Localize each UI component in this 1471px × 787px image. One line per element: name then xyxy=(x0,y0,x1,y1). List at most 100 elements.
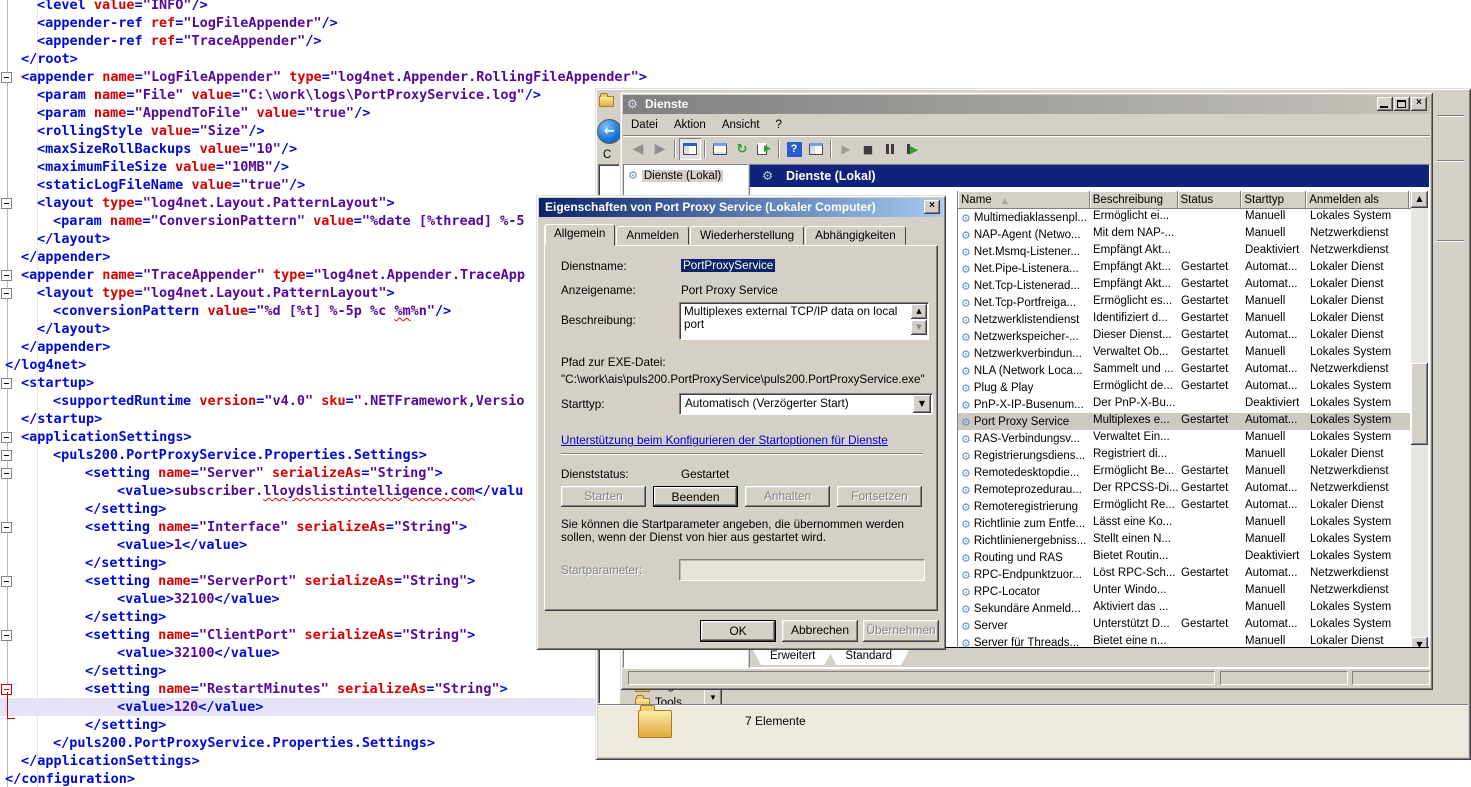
startoptions-help-link[interactable]: Unterstützung beim Konfigurieren der Sta… xyxy=(561,434,888,447)
table-row[interactable]: ⚙Richtlinie zum Entfe...Lässt eine Ko...… xyxy=(958,515,1410,532)
restart-icon[interactable]: ▶ xyxy=(901,138,923,160)
fortsetzen-button[interactable]: Fortsetzen xyxy=(837,486,922,507)
back-icon[interactable]: ◀ xyxy=(627,138,649,160)
cell-status xyxy=(1178,243,1242,260)
fold-collapse-icon[interactable] xyxy=(1,576,12,587)
maximize-button[interactable] xyxy=(1394,97,1410,111)
table-row[interactable]: ⚙Multimediaklassenpl...Ermöglicht ei...M… xyxy=(958,209,1410,226)
fold-collapse-icon[interactable] xyxy=(1,288,12,299)
view-tab-standard[interactable]: Standard xyxy=(827,648,910,665)
export-icon[interactable]: ▶ xyxy=(753,138,775,160)
table-row[interactable]: ⚙Netzwerkspeicher-...Dieser Dienst...Ges… xyxy=(958,328,1410,345)
beschreibung-textbox[interactable]: Multiplexes external TCP/IP data on loca… xyxy=(679,302,929,340)
close-icon[interactable]: × xyxy=(924,200,940,214)
menu-item-ansicht[interactable]: Ansicht xyxy=(714,117,768,133)
table-row[interactable]: ⚙Remotedesktopdie...Ermöglicht Be...Gest… xyxy=(958,464,1410,481)
table-row[interactable]: ⚙Richtlinienergebniss...Stellt einen N..… xyxy=(958,532,1410,549)
column-header-beschreibung[interactable]: Beschreibung xyxy=(1090,191,1178,209)
fold-collapse-icon[interactable] xyxy=(1,378,12,389)
table-row[interactable]: ⚙PnP-X-IP-Busenum...Der PnP-X-Bu...Deakt… xyxy=(958,396,1410,413)
console-titlebar[interactable]: ⚙ Dienste × xyxy=(623,95,1430,114)
chevron-down-icon[interactable]: ▼ xyxy=(913,395,931,413)
fold-collapse-icon[interactable] xyxy=(1,270,12,281)
table-row[interactable]: ⚙RPC-Endpunktzuor...Löst RPC-Sch...Gesta… xyxy=(958,566,1410,583)
column-header-name[interactable]: Name▲ xyxy=(958,191,1090,209)
tab-wiederherstellung[interactable]: Wiederherstellung xyxy=(690,226,804,245)
tab-allgemein[interactable]: Allgemein xyxy=(544,224,615,246)
menu-item-?[interactable]: ? xyxy=(768,117,790,133)
forward-icon[interactable]: ▶ xyxy=(649,138,671,160)
cell-starttyp: Manuell xyxy=(1242,515,1307,532)
scrollbar-thumb[interactable] xyxy=(1411,363,1428,445)
menu-item-aktion[interactable]: Aktion xyxy=(666,117,714,133)
pause-icon[interactable] xyxy=(879,138,901,160)
table-row-selected[interactable]: ⚙Port Proxy ServiceMultiplexes e...Gesta… xyxy=(958,413,1410,430)
minimize-button[interactable] xyxy=(1377,97,1393,111)
dienstname-value[interactable]: PortProxyService xyxy=(681,259,775,272)
table-row[interactable]: ⚙RAS-Verbindungsv...Verwaltet Ein...Manu… xyxy=(958,430,1410,447)
scroll-down-button[interactable]: ▼ xyxy=(911,320,927,335)
table-row[interactable]: ⚙Routing und RASBietet Routin...Deaktivi… xyxy=(958,549,1410,566)
table-row[interactable]: ⚙ServerUnterstützt D...GestartetAutomat.… xyxy=(958,617,1410,634)
vertical-scrollbar[interactable]: ▲ ▼ xyxy=(1411,191,1428,654)
beenden-button[interactable]: Beenden xyxy=(653,486,738,507)
table-row[interactable]: ⚙NAP-Agent (Netwo...Mit dem NAP-...Manue… xyxy=(958,226,1410,243)
table-row[interactable]: ⚙RemoteregistrierungErmöglicht Re...Gest… xyxy=(958,498,1410,515)
fold-collapse-icon[interactable] xyxy=(1,630,12,641)
cell-name: ⚙RPC-Endpunktzuor... xyxy=(958,566,1090,583)
console-tree-icon[interactable] xyxy=(679,138,701,160)
table-row[interactable]: ⚙Registrierungsdiens...Registriert di...… xyxy=(958,447,1410,464)
properties-icon[interactable] xyxy=(709,138,731,160)
table-row[interactable]: ⚙Net.Msmq-Listener...Empfängt Akt...Deak… xyxy=(958,243,1410,260)
service-gear-icon: ⚙ xyxy=(961,245,971,260)
starten-button[interactable]: Starten xyxy=(561,486,646,507)
stop-icon[interactable]: ■ xyxy=(857,138,879,160)
table-row[interactable]: ⚙NLA (Network Loca...Sammelt und ...Gest… xyxy=(958,362,1410,379)
show-tree-icon[interactable] xyxy=(805,138,827,160)
tab-anmelden[interactable]: Anmelden xyxy=(616,226,689,245)
scroll-up-button[interactable]: ▲ xyxy=(911,304,927,319)
explorer-back-button[interactable]: ← xyxy=(597,119,622,144)
help-icon[interactable]: ? xyxy=(783,138,805,160)
refresh-icon[interactable]: ↻ xyxy=(731,138,753,160)
uebernehmen-button[interactable]: Übernehmen xyxy=(863,620,939,642)
tree-item-dienste-lokal[interactable]: ⚙ Dienste (Lokal) xyxy=(628,168,723,183)
toolbar-separator xyxy=(778,140,780,158)
fold-collapse-icon[interactable] xyxy=(1,198,12,209)
close-button[interactable]: × xyxy=(1411,97,1427,111)
dienststatus-value: Gestartet xyxy=(681,468,729,481)
ok-button[interactable]: OK xyxy=(700,620,776,642)
table-row[interactable]: ⚙Plug & PlayErmöglicht de...GestartetAut… xyxy=(958,379,1410,396)
properties-dialog[interactable]: Eigenschaften von Port Proxy Service (Lo… xyxy=(536,195,946,650)
startparameter-input[interactable] xyxy=(679,559,925,581)
abbrechen-button[interactable]: Abbrechen xyxy=(782,620,858,642)
cell-starttyp: Manuell xyxy=(1242,583,1307,600)
starttyp-combobox[interactable]: Automatisch (Verzögerter Start) ▼ xyxy=(679,393,933,415)
fold-collapse-icon[interactable] xyxy=(1,72,12,83)
column-header-anmeldenals[interactable]: Anmelden als xyxy=(1306,191,1409,209)
table-row[interactable]: ⚙Net.Pipe-Listenera...Empfängt Akt...Ges… xyxy=(958,260,1410,277)
view-tab-erweitert[interactable]: Erweitert xyxy=(752,648,833,665)
menu-item-datei[interactable]: Datei xyxy=(623,117,666,133)
table-row[interactable]: ⚙RPC-LocatorUnter Windo...ManuellNetzwer… xyxy=(958,583,1410,600)
fold-collapse-icon[interactable] xyxy=(1,468,12,479)
fold-collapse-icon[interactable] xyxy=(1,522,12,533)
tab-abhängigkeiten[interactable]: Abhängigkeiten xyxy=(805,226,906,245)
table-row[interactable]: ⚙Netzwerkverbindun...Verwaltet Ob...Gest… xyxy=(958,345,1410,362)
column-header-status[interactable]: Status xyxy=(1178,191,1242,209)
scroll-up-button[interactable]: ▲ xyxy=(1411,191,1428,208)
table-row[interactable]: ⚙Remoteprozedurau...Der RPCSS-Di...Gesta… xyxy=(958,481,1410,498)
services-list[interactable]: Name▲BeschreibungStatusStarttypAnmelden … xyxy=(957,191,1428,654)
anhalten-button[interactable]: Anhalten xyxy=(745,486,830,507)
play-icon[interactable]: ▶ xyxy=(835,138,857,160)
explorer-right-edge-groove xyxy=(1437,160,1464,162)
cell-starttyp: Automat... xyxy=(1242,277,1307,294)
table-row[interactable]: ⚙NetzwerklistendienstIdentifiziert d...G… xyxy=(958,311,1410,328)
column-header-starttyp[interactable]: Starttyp xyxy=(1241,191,1306,209)
table-row[interactable]: ⚙Sekundäre Anmeld...Aktiviert das ...Man… xyxy=(958,600,1410,617)
dialog-titlebar[interactable]: Eigenschaften von Port Proxy Service (Lo… xyxy=(539,198,943,217)
table-row[interactable]: ⚙Net.Tcp-Listenerad...Empfängt Akt...Ges… xyxy=(958,277,1410,294)
table-row[interactable]: ⚙Net.Tcp-Portfreiga...Ermöglicht es...Ge… xyxy=(958,294,1410,311)
fold-collapse-icon[interactable] xyxy=(1,432,12,443)
fold-collapse-icon[interactable] xyxy=(1,450,12,461)
